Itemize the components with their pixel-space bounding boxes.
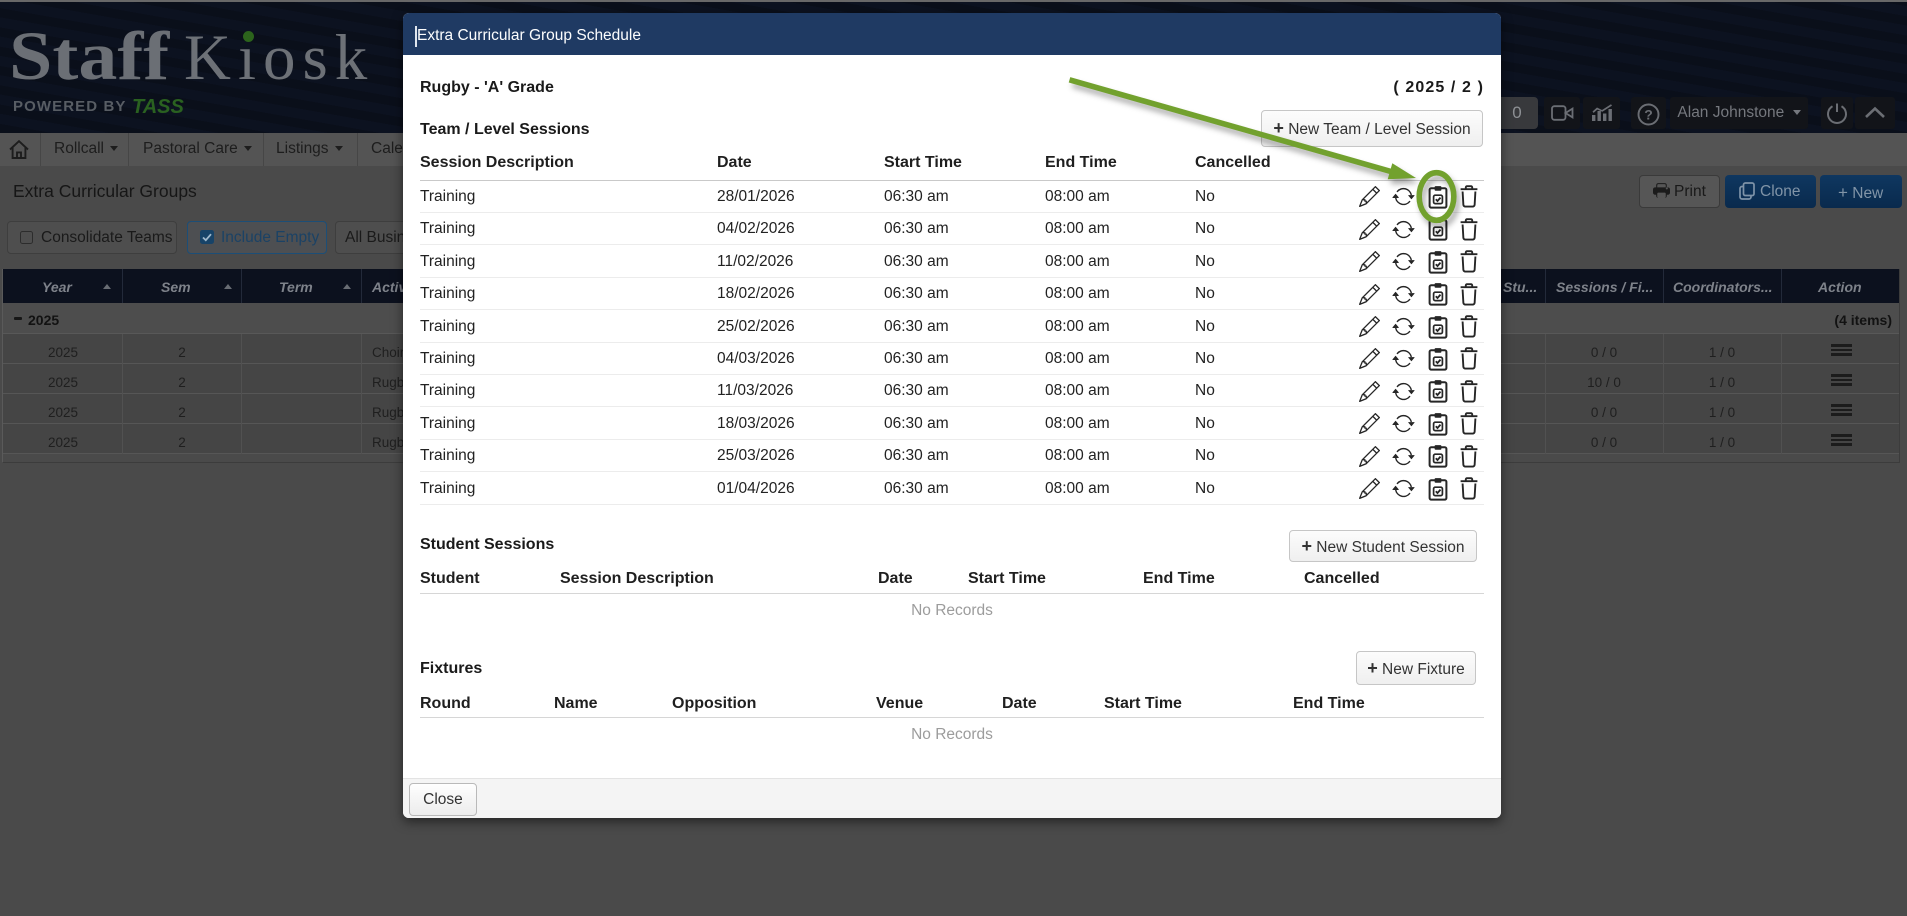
svg-text:?: ? xyxy=(1644,106,1653,122)
